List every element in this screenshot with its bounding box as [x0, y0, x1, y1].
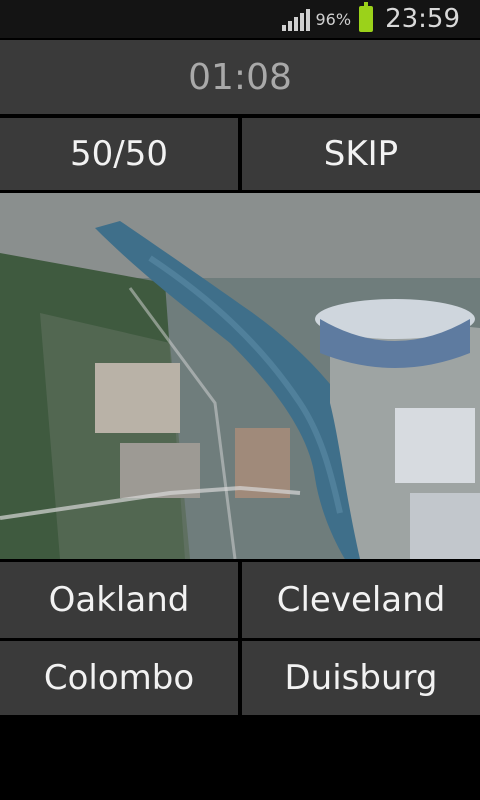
- status-time: 23:59: [385, 4, 460, 34]
- signal-strength-icon: [281, 7, 310, 31]
- game-timer: 01:08: [0, 40, 480, 114]
- battery-icon: [359, 2, 374, 32]
- skip-button[interactable]: SKIP: [242, 118, 480, 190]
- bottom-background: [0, 716, 480, 800]
- fifty-fifty-button[interactable]: 50/50: [0, 118, 238, 190]
- screen-root: 96% 23:59 01:08 50/50 SKIP Oakland Cleve…: [0, 0, 480, 800]
- answer-button-2[interactable]: Cleveland: [242, 562, 480, 638]
- answer-button-4[interactable]: Duisburg: [242, 641, 480, 715]
- answer-button-1[interactable]: Oakland: [0, 562, 238, 638]
- battery-percentage: 96%: [315, 9, 352, 29]
- question-photo: [0, 193, 480, 559]
- status-bar: 96% 23:59: [0, 0, 480, 38]
- aerial-city-photo: [0, 193, 480, 559]
- answer-button-3[interactable]: Colombo: [0, 641, 238, 715]
